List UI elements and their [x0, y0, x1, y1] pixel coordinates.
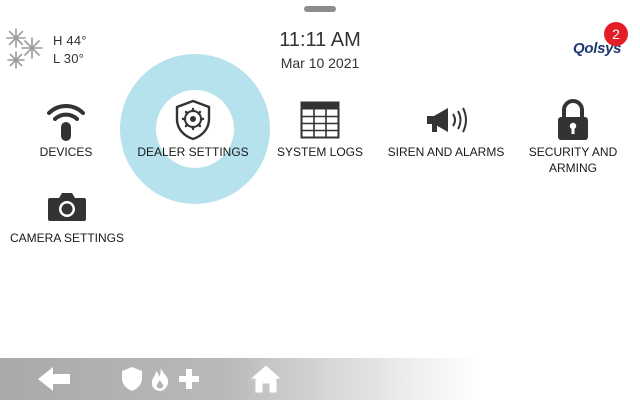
plus-icon[interactable]	[178, 358, 200, 400]
megaphone-icon	[382, 98, 510, 142]
notification-badge[interactable]: 2	[604, 22, 628, 46]
weather-widget[interactable]: H 44° L 30°	[4, 26, 104, 72]
fire-icon[interactable]	[148, 358, 172, 400]
security-and-arming-button[interactable]: SECURITY AND ARMING	[522, 98, 624, 176]
home-icon[interactable]	[248, 358, 284, 400]
table-icon	[270, 98, 370, 142]
snowflake-icon	[6, 28, 43, 69]
devices-label: DEVICES	[39, 145, 93, 159]
dealer-settings-label: DEALER SETTINGS	[137, 145, 249, 159]
camera-settings-button[interactable]: CAMERA SETTINGS	[8, 184, 126, 246]
shield-gear-icon	[135, 98, 251, 142]
security-and-arming-label: SECURITY AND ARMING	[528, 145, 618, 175]
devices-button[interactable]: DEVICES	[16, 98, 116, 160]
system-logs-label: SYSTEM LOGS	[276, 145, 364, 159]
siren-and-alarms-label: SIREN AND ALARMS	[387, 145, 505, 159]
shield-icon[interactable]	[120, 358, 144, 400]
back-arrow-icon[interactable]	[36, 358, 72, 400]
temperature-high: H 44°	[53, 33, 87, 48]
lock-icon	[522, 98, 624, 142]
dealer-settings-button[interactable]: DEALER SETTINGS	[135, 98, 251, 160]
camera-icon	[8, 184, 126, 228]
system-logs-button[interactable]: SYSTEM LOGS	[270, 98, 370, 160]
bottom-bar	[0, 358, 640, 400]
wifi-icon	[16, 98, 116, 142]
siren-and-alarms-button[interactable]: SIREN AND ALARMS	[382, 98, 510, 160]
current-date: Mar 10 2021	[280, 55, 360, 71]
drawer-handle[interactable]	[304, 6, 336, 12]
camera-settings-label: CAMERA SETTINGS	[9, 231, 125, 245]
temperature-low: L 30°	[53, 51, 85, 66]
current-time: 11:11 AM	[279, 29, 361, 51]
clock: 11:11 AM Mar 10 2021	[220, 28, 420, 72]
